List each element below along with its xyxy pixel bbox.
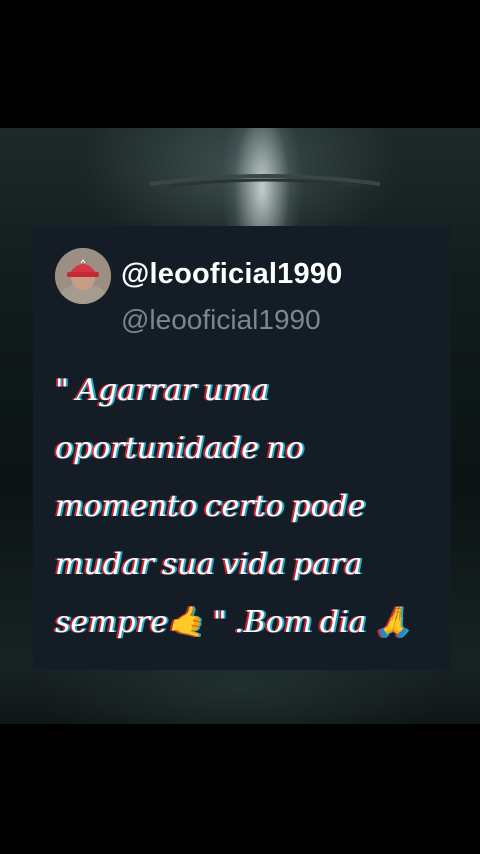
bridge-graphic (150, 174, 380, 188)
quote-text: " Agarrar uma oportunidade no momento ce… (55, 373, 412, 640)
display-name[interactable]: @leooficial1990 (121, 258, 343, 291)
avatar-icon[interactable] (55, 248, 111, 304)
post-card: @leooficial1990 @leooficial1990 " Agarra… (33, 226, 451, 670)
username-handle[interactable]: @leooficial1990 (121, 304, 321, 336)
